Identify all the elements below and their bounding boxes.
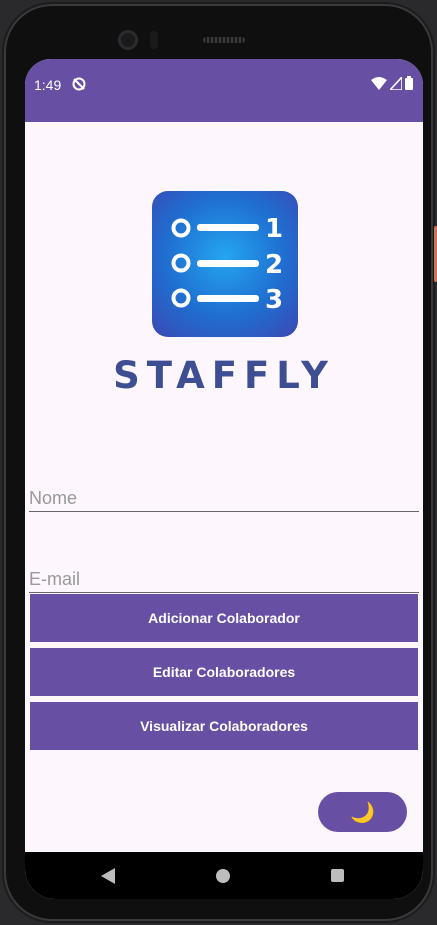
wifi-icon [371, 76, 387, 90]
status-icons [371, 76, 413, 90]
status-time: 1:49 [34, 77, 62, 93]
phone-frame: 1:49 1 2 3 STAFFLY Nome E-mail Adicionar… [4, 4, 433, 921]
earpiece-speaker [203, 37, 245, 43]
brand-name: STAFFLY [113, 354, 335, 397]
proximity-sensor [150, 31, 158, 49]
status-bar: 1:49 [25, 59, 423, 122]
recents-square-icon[interactable] [331, 869, 344, 882]
logo-number-3: 3 [265, 285, 283, 315]
navigation-bar [25, 852, 423, 899]
logo-number-2: 2 [265, 250, 283, 280]
front-camera [118, 30, 138, 50]
add-employee-button[interactable]: Adicionar Colaborador [30, 594, 418, 642]
theme-toggle-button[interactable]: 🌙 [318, 792, 407, 832]
sync-off-icon [72, 77, 86, 91]
logo-graphic: 1 2 3 [171, 214, 283, 315]
back-triangle-icon[interactable] [101, 868, 115, 884]
screen: 1:49 1 2 3 STAFFLY Nome E-mail Adicionar… [25, 59, 423, 899]
email-field[interactable] [29, 566, 419, 593]
numbered-list-icon: 1 2 3 [152, 191, 298, 337]
home-circle-icon[interactable] [216, 869, 230, 883]
signal-icon [390, 76, 402, 90]
name-field[interactable] [29, 485, 419, 512]
battery-icon [405, 76, 413, 90]
moon-icon: 🌙 [350, 801, 375, 824]
edit-employees-button[interactable]: Editar Colaboradores [30, 648, 418, 696]
logo-number-1: 1 [265, 214, 283, 244]
view-employees-button[interactable]: Visualizar Colaboradores [30, 702, 418, 750]
main-content: 1 2 3 STAFFLY Adicionar Colaborador Edit… [25, 122, 423, 852]
